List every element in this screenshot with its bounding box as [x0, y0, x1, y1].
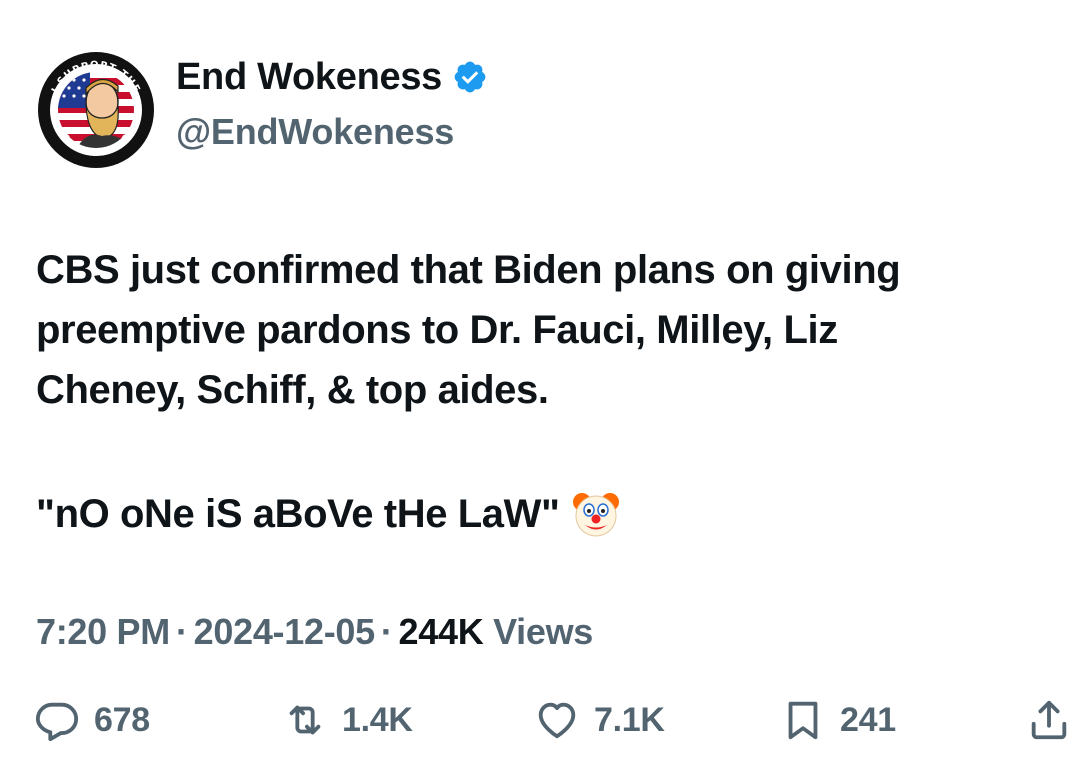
tweet-quote-text: "nO oNe iS aBoVe tHe LaW"	[36, 492, 560, 536]
tweet-text-line: CBS just confirmed that Biden plans on g…	[36, 248, 901, 292]
like-button[interactable]: 7.1K	[534, 690, 665, 750]
views-label: Views	[493, 611, 594, 652]
bookmark-count: 241	[840, 700, 896, 739]
reply-count: 678	[94, 700, 150, 739]
reply-button[interactable]: 678	[34, 690, 150, 750]
tweet-date[interactable]: 2024-12-05	[194, 611, 375, 652]
avatar[interactable]: I SUPPORT THE FORMER THINGS	[36, 50, 156, 170]
views-count: 244K	[398, 611, 484, 652]
heart-icon	[538, 702, 576, 739]
share-icon	[1031, 700, 1067, 740]
author-name-row[interactable]: End Wokeness	[176, 58, 488, 96]
bookmark-button[interactable]: 241	[780, 690, 896, 750]
retweet-button[interactable]: 1.4K	[282, 690, 413, 750]
verified-badge-icon[interactable]	[452, 59, 488, 95]
reply-icon	[35, 702, 79, 742]
meta-separator: ·	[175, 611, 188, 652]
tweet-text-line: preemptive pardons to Dr. Fauci, Milley,…	[36, 308, 838, 352]
avatar-image: I SUPPORT THE FORMER THINGS	[38, 52, 154, 168]
author-display-name[interactable]: End Wokeness	[176, 58, 442, 96]
retweet-icon	[289, 705, 321, 735]
tweet-meta: 7:20 PM · 2024-12-05 · 244K Views	[36, 610, 593, 654]
tweet-quote-line: "nO oNe iS aBoVe tHe LaW"	[36, 484, 622, 544]
author-handle[interactable]: @EndWokeness	[176, 114, 454, 150]
tweet-card: I SUPPORT THE FORMER THINGS End Wokeness…	[0, 0, 1080, 778]
clown-face-icon	[570, 488, 622, 540]
like-count: 7.1K	[594, 700, 665, 739]
share-button[interactable]	[1026, 690, 1072, 750]
meta-separator: ·	[380, 611, 393, 652]
tweet-text: CBS just confirmed that Biden plans on g…	[36, 240, 1056, 420]
tweet-text-line: Cheney, Schiff, & top aides.	[36, 368, 549, 412]
tweet-actions: 678 1.4K 7.1K 241	[0, 690, 1080, 750]
tweet-time[interactable]: 7:20 PM	[36, 611, 170, 652]
retweet-count: 1.4K	[342, 700, 413, 739]
bookmark-icon	[788, 701, 818, 740]
